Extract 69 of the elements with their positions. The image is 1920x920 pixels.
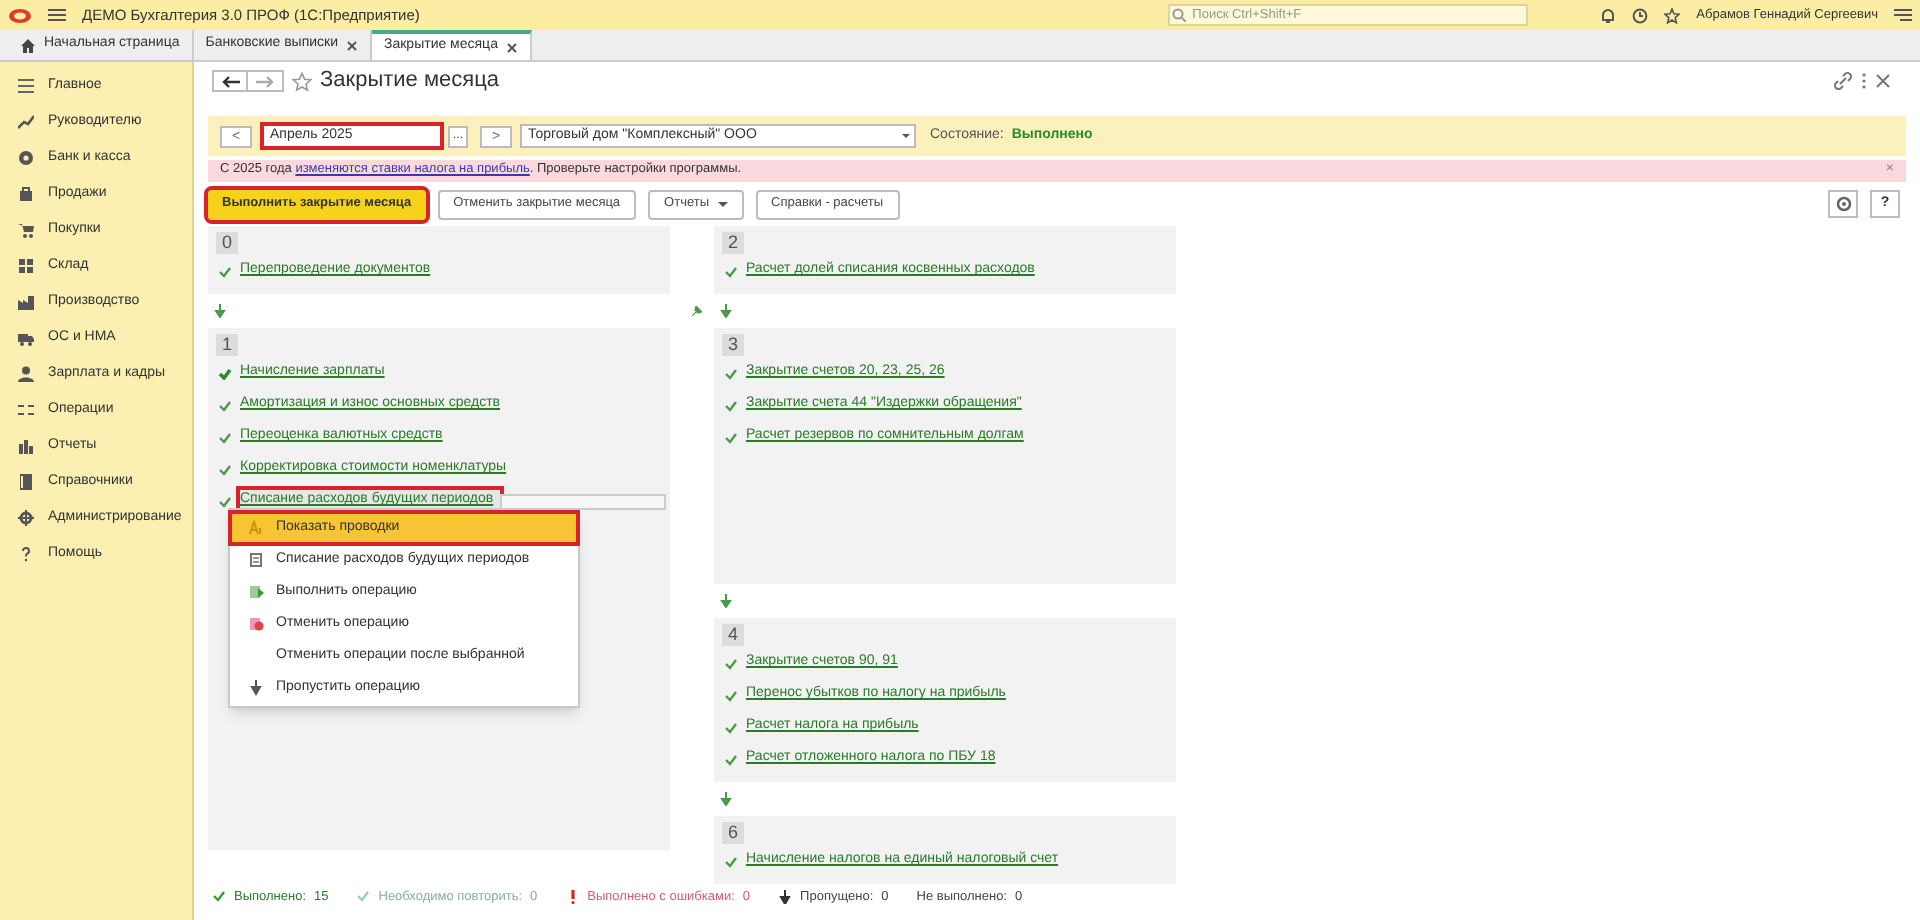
check-icon (218, 265, 232, 278)
gear-icon (1835, 196, 1851, 213)
check-icon (724, 721, 738, 734)
group-number: 1 (216, 334, 238, 357)
section-icon (18, 294, 34, 310)
check-icon (356, 890, 371, 905)
close-icon[interactable] (505, 41, 518, 53)
check-icon (218, 463, 232, 476)
menu-item-icon (248, 584, 264, 601)
close-icon[interactable] (346, 39, 358, 51)
check-icon (724, 265, 738, 278)
menu-icon[interactable] (48, 8, 66, 22)
star-icon[interactable] (292, 71, 312, 92)
check-icon (724, 753, 738, 766)
exclamation-icon (565, 890, 580, 905)
arrow-down-icon (778, 890, 793, 905)
arrow-down-icon (214, 304, 226, 319)
section-icon (18, 222, 34, 238)
check-icon (724, 367, 738, 380)
pin-icon (692, 306, 702, 317)
section-icon (18, 150, 34, 166)
star-icon[interactable] (1664, 7, 1681, 23)
arrow-down-icon (720, 594, 732, 609)
check-icon (724, 657, 738, 670)
group-number: 3 (722, 334, 744, 357)
group-number: 2 (722, 232, 744, 255)
arrow-right-icon (256, 75, 274, 88)
section-icon (18, 366, 34, 382)
menu-item-icon (248, 616, 264, 633)
more-icon[interactable] (1860, 72, 1868, 91)
settings-button[interactable] (1828, 190, 1858, 219)
search-icon (1172, 8, 1187, 22)
menu-item-icon (248, 552, 264, 569)
logo-icon (8, 7, 32, 23)
history-icon[interactable] (1632, 7, 1649, 23)
section-icon (18, 510, 34, 526)
section-icon (18, 474, 34, 490)
check-icon (218, 399, 232, 412)
check-icon (724, 855, 738, 868)
check-icon (724, 399, 738, 412)
section-icon (18, 78, 34, 94)
section-icon (18, 258, 34, 274)
section-icon (18, 330, 34, 346)
bell-icon[interactable] (1600, 7, 1617, 23)
section-icon (18, 402, 34, 418)
menu-item-icon (248, 520, 264, 537)
check-icon (218, 431, 232, 444)
check-icon (218, 495, 232, 508)
section-icon (18, 114, 34, 130)
close-icon[interactable] (1876, 74, 1890, 89)
group-number: 0 (216, 232, 238, 255)
home-icon (20, 37, 36, 53)
link-icon[interactable] (1834, 72, 1852, 91)
check-icon (218, 367, 232, 380)
group-number: 4 (722, 624, 744, 647)
section-icon (18, 186, 34, 202)
section-icon (18, 546, 34, 562)
form-title: Закрытие месяца (320, 66, 500, 97)
arrow-left-icon (221, 75, 239, 88)
menu-item-icon (248, 680, 264, 697)
section-icon (18, 438, 34, 454)
check-icon (724, 431, 738, 444)
arrow-down-icon (720, 792, 732, 807)
arrow-down-icon (720, 304, 732, 319)
menu-icon[interactable] (1894, 8, 1912, 22)
back-button[interactable] (212, 70, 248, 93)
group-number: 6 (722, 822, 744, 845)
check-icon (724, 689, 738, 702)
check-icon (212, 890, 226, 905)
